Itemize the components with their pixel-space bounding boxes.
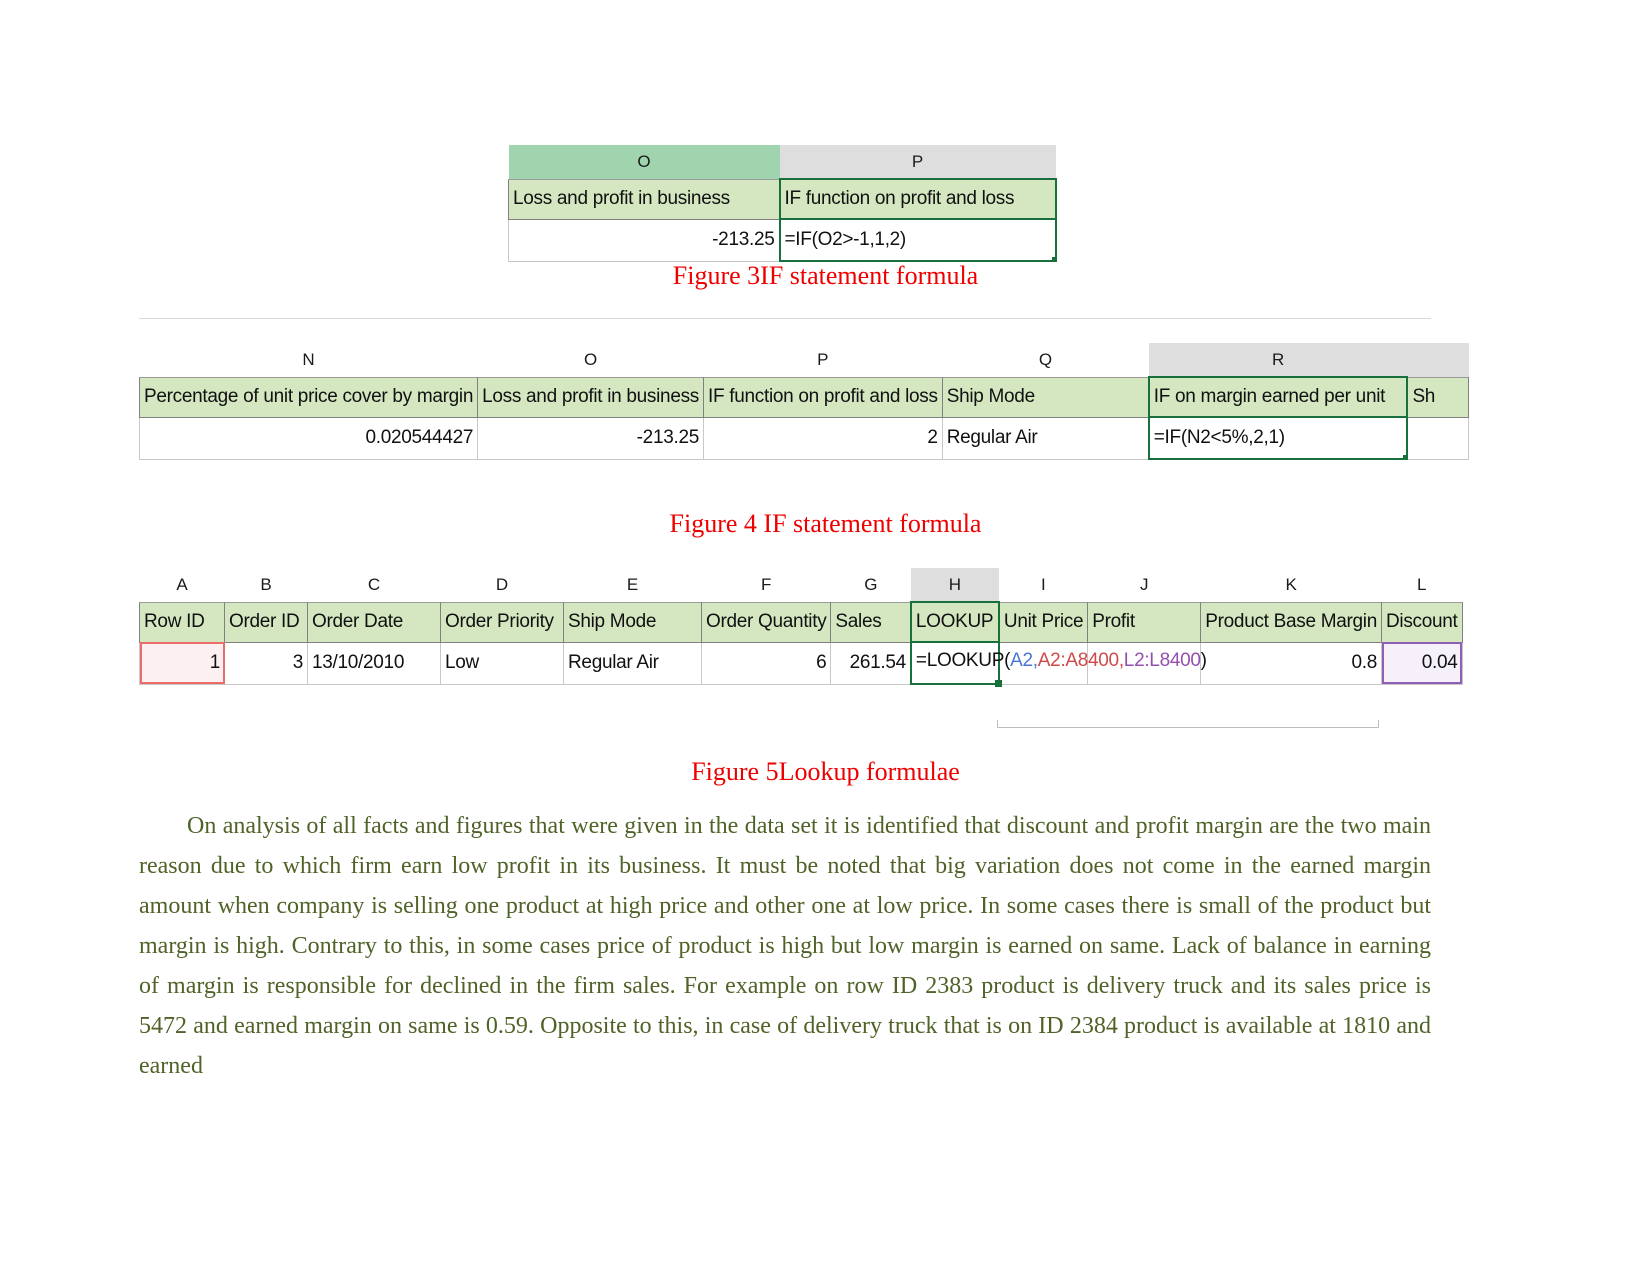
figure4-column-letters-row: N O P Q R (139, 343, 1469, 377)
figure3-table: O P Loss and profit in business IF funct… (508, 145, 1057, 262)
figure4-header-percentage-unit-price[interactable]: Percentage of unit price cover by margin (139, 376, 479, 418)
figure4-caption: Figure 4 IF statement formula (669, 509, 982, 538)
column-letter-K[interactable]: K (1200, 568, 1382, 602)
figure5-caption: Figure 5Lookup formulae (691, 757, 960, 786)
figure5-header-row-id[interactable]: Row ID (139, 601, 225, 643)
figure5-data-row: 1 3 13/10/2010 Low Regular Air 6 261.54 … (139, 641, 1463, 687)
figure5-cell-order-priority[interactable]: Low (440, 641, 564, 685)
column-letter-E[interactable]: E (563, 568, 702, 602)
figure5-cell-order-quantity[interactable]: 6 (700, 641, 832, 685)
column-letter-Q[interactable]: Q (942, 343, 1149, 377)
formula-suffix: ) (1200, 650, 1207, 671)
figure3-data-row: -213.25 =IF(O2>-1,1,2) (508, 218, 1057, 262)
column-letter-C[interactable]: C (307, 568, 441, 602)
column-letter-H[interactable]: H (910, 568, 999, 602)
figure3-cell-loss-value[interactable]: -213.25 (508, 218, 780, 262)
figure4-cell-ship-mode-value[interactable]: Regular Air (941, 416, 1150, 460)
formula-overflow-box (997, 720, 1379, 728)
figure5-header-unit-price[interactable]: Unit Price (998, 601, 1089, 643)
figure4-cell-percentage-value[interactable]: 0.020544427 (139, 416, 479, 460)
figure4-clip: N O P Q R Percentage of unit price cover… (139, 343, 1469, 488)
figure5-cell-order-date[interactable]: 13/10/2010 (307, 641, 441, 685)
figure4-header-if-function[interactable]: IF function on profit and loss (703, 376, 943, 418)
figure5-cell-sales[interactable]: 261.54 (830, 641, 912, 685)
figure4-cell-if-value[interactable]: 2 (703, 416, 943, 460)
figure5-clip: A B C D E F G H I J K L Row ID Order ID … (139, 568, 1495, 733)
column-letter-F[interactable]: F (701, 568, 831, 602)
figure4-header-row: Percentage of unit price cover by margin… (139, 376, 1469, 418)
figure5-cell-lookup-formula[interactable]: =LOOKUP(A2,A2:A8400,L2:L8400) (909, 641, 1207, 687)
figure3-caption: Figure 3IF statement formula (672, 261, 979, 290)
column-letter-I[interactable]: I (998, 568, 1088, 602)
column-letter-L[interactable]: L (1381, 568, 1463, 602)
column-letter-G[interactable]: G (830, 568, 911, 602)
figure5-header-product-base-margin[interactable]: Product Base Margin (1200, 601, 1382, 643)
figure4-header-if-on-margin[interactable]: IF on margin earned per unit (1147, 376, 1409, 418)
figure5-header-order-priority[interactable]: Order Priority (440, 601, 564, 643)
figure5-cell-discount[interactable]: 0.04 (1381, 641, 1463, 685)
figure5-header-order-quantity[interactable]: Order Quantity (700, 601, 832, 643)
figure5-header-order-id[interactable]: Order ID (224, 601, 308, 643)
figure3-header-loss-and-profit[interactable]: Loss and profit in business (508, 178, 780, 220)
column-letter-S[interactable] (1407, 343, 1469, 377)
figure5-header-lookup[interactable]: LOOKUP (909, 601, 1000, 643)
column-letter-O[interactable]: O (477, 343, 704, 377)
figure4-cell-blank[interactable] (1406, 416, 1469, 460)
figure5-column-letters-row: A B C D E F G H I J K L (139, 568, 1463, 602)
formula-arg1: A2 (1010, 650, 1033, 671)
figure5-cell-row-id[interactable]: 1 (139, 641, 225, 685)
body-paragraph: On analysis of all facts and figures tha… (139, 813, 1431, 1079)
figure4-header-loss-and-profit[interactable]: Loss and profit in business (477, 376, 704, 418)
figure5-header-profit[interactable]: Profit (1087, 601, 1202, 643)
figure5-header-ship-mode[interactable]: Ship Mode (563, 601, 702, 643)
formula-arg2: A2:A8400 (1037, 650, 1119, 671)
figure4-table: N O P Q R Percentage of unit price cover… (139, 343, 1469, 460)
column-letter-R[interactable]: R (1148, 343, 1408, 377)
figure5-header-sales[interactable]: Sales (830, 601, 912, 643)
formula-arg3: L2:L8400 (1123, 650, 1201, 671)
figure3-column-letters-row: O P (508, 145, 1056, 179)
figure4-cell-loss-value[interactable]: -213.25 (477, 416, 704, 460)
figure5-cell-ship-mode[interactable]: Regular Air (563, 641, 702, 685)
figure3-cell-if-formula[interactable]: =IF(O2>-1,1,2) (778, 218, 1057, 262)
figure3-header-row: Loss and profit in business IF function … (508, 178, 1057, 220)
column-letter-B[interactable]: B (224, 568, 308, 602)
figure4-spreadsheet: N O P Q R Percentage of unit price cover… (139, 343, 1469, 460)
figure4-cell-if-margin-formula[interactable]: =IF(N2<5%,2,1) (1147, 416, 1409, 460)
formula-prefix: =LOOKUP( (915, 650, 1011, 671)
section-divider (139, 318, 1431, 319)
figure4-header-ship-mode-cut[interactable]: Sh (1406, 376, 1469, 418)
column-letter-J[interactable]: J (1087, 568, 1201, 602)
figure3-spreadsheet: O P Loss and profit in business IF funct… (508, 145, 1057, 262)
column-letter-D[interactable]: D (440, 568, 564, 602)
figure5-cell-product-base-margin[interactable]: 0.8 (1200, 641, 1382, 685)
figure5-header-order-date[interactable]: Order Date (307, 601, 441, 643)
column-letter-P[interactable]: P (703, 343, 943, 377)
figure5-header-row: Row ID Order ID Order Date Order Priorit… (139, 601, 1463, 643)
figure5-table: A B C D E F G H I J K L Row ID Order ID … (139, 568, 1463, 687)
column-letter-N[interactable]: N (139, 343, 478, 377)
figure5-header-discount[interactable]: Discount (1381, 601, 1463, 643)
column-letter-A[interactable]: A (139, 568, 225, 602)
figure5-cell-order-id[interactable]: 3 (224, 641, 308, 685)
figure3-header-if-function[interactable]: IF function on profit and loss (778, 178, 1057, 220)
figure4-data-row: 0.020544427 -213.25 2 Regular Air =IF(N2… (139, 416, 1469, 460)
figure5-spreadsheet: A B C D E F G H I J K L Row ID Order ID … (139, 568, 1463, 728)
column-letter-O[interactable]: O (508, 145, 780, 179)
column-letter-P[interactable]: P (779, 145, 1056, 179)
figure4-header-ship-mode[interactable]: Ship Mode (941, 376, 1150, 418)
